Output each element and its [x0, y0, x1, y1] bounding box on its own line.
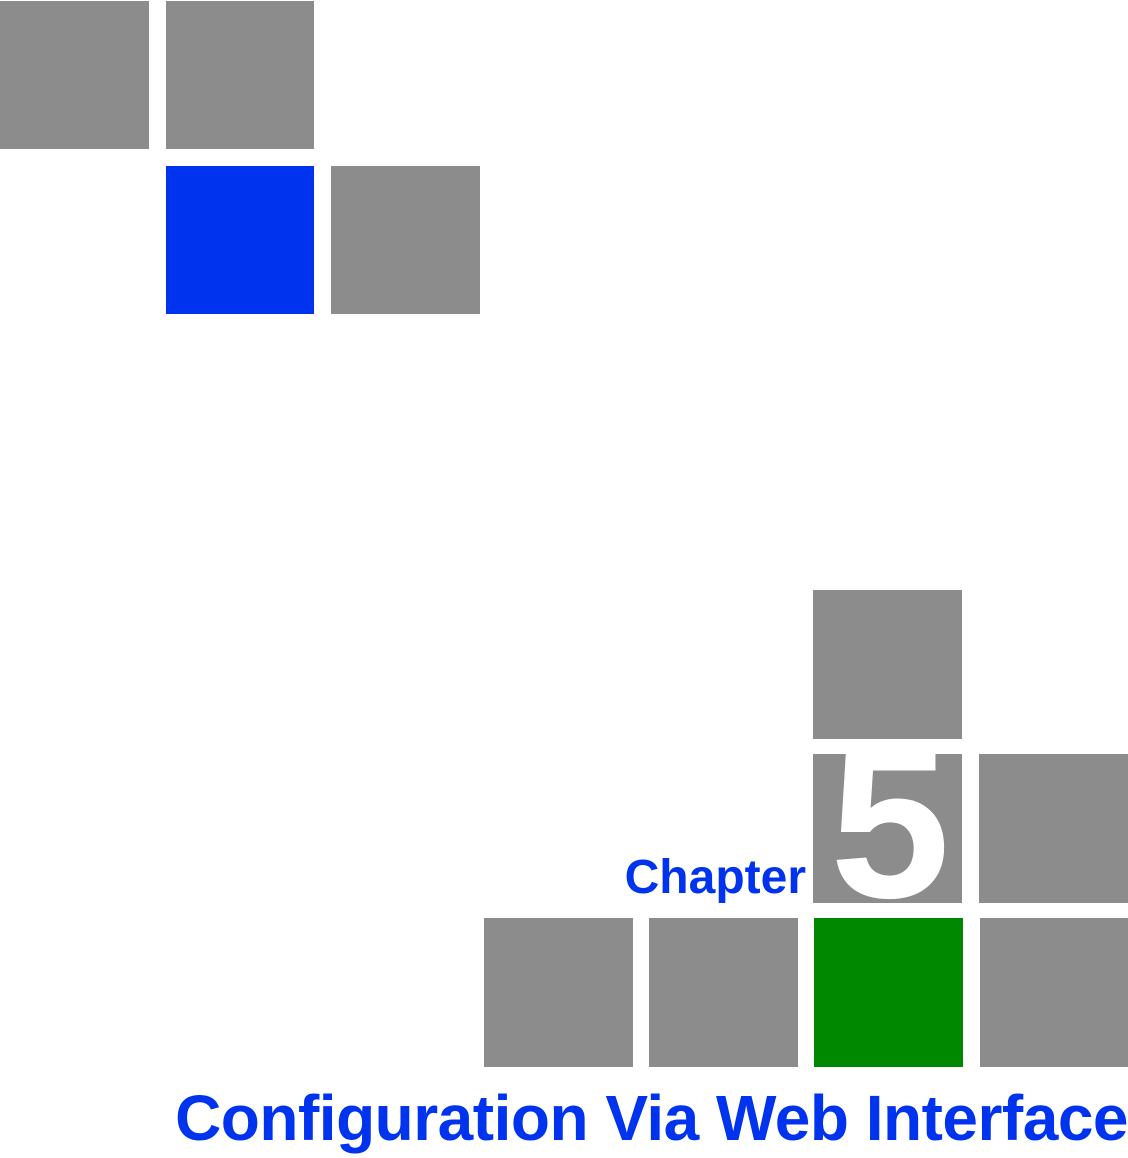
decor-block	[0, 1, 149, 149]
decor-block-blue	[166, 166, 314, 314]
decor-block-green	[814, 918, 963, 1067]
decor-block	[813, 590, 962, 739]
decor-block	[331, 166, 480, 314]
chapter-number: 5	[830, 754, 951, 901]
decor-block	[649, 918, 798, 1067]
decor-block	[484, 918, 633, 1067]
decor-block	[980, 918, 1128, 1067]
chapter-title: Configuration Via Web Interface	[175, 1082, 1128, 1154]
chapter-number-clip: 5	[813, 754, 962, 903]
chapter-label: Chapter	[624, 851, 806, 904]
decor-block	[979, 754, 1128, 903]
decor-block	[166, 1, 314, 149]
